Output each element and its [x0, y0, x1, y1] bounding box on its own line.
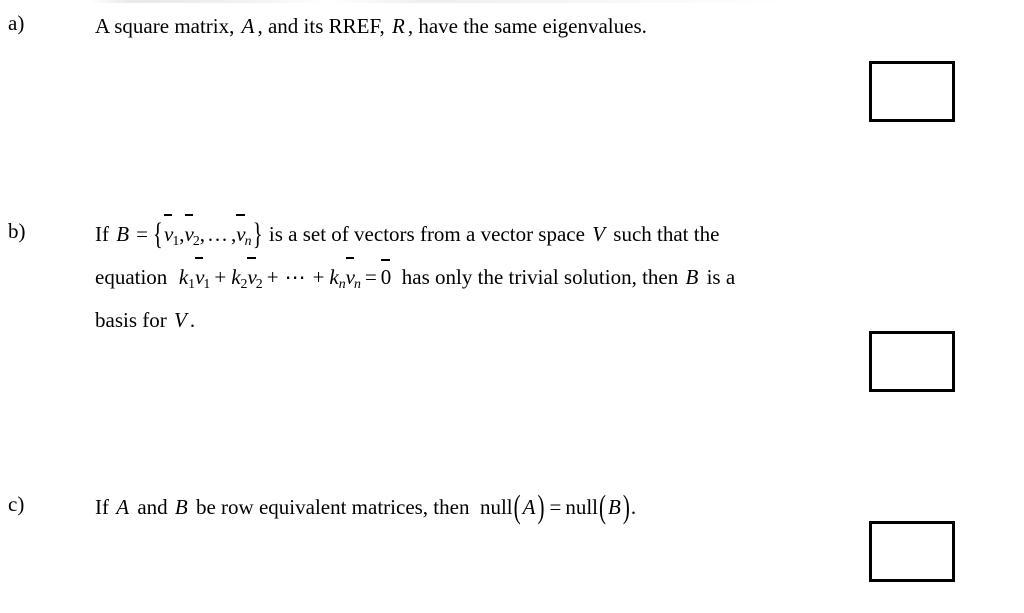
answer-box-b[interactable] — [869, 331, 955, 392]
math-function-null: null — [479, 495, 513, 519]
math-coefficient-k2: k — [231, 265, 241, 290]
question-b-line-1: If B = {v1,v2,…,vn} is a set of vectors fr… — [95, 214, 855, 259]
question-b-line-2: equation k1v1 + k2v2 + ⋯ + knvn = 0 has only the… — [95, 257, 855, 302]
math-zero-vector: 0 — [380, 259, 392, 296]
text-segment: equation — [95, 265, 168, 290]
vector-symbol: v — [164, 222, 174, 246]
question-a-line-1: A square matrix, A, and its RREF, R, hav… — [95, 8, 855, 45]
question-b-label: b) — [8, 219, 26, 243]
math-brace-close: } — [252, 216, 263, 252]
subscript-1: 1 — [188, 276, 196, 292]
math-variable-B: B — [607, 495, 621, 519]
question-c-body: If A and B be row equivalent matrices, t… — [95, 488, 855, 526]
math-period: . — [630, 495, 637, 519]
math-vector-v1: v — [164, 214, 174, 253]
text-segment: If — [95, 222, 109, 246]
math-paren-close: ) — [537, 488, 545, 526]
document-page: a) A square matrix, A, and its RREF, R, … — [0, 0, 1024, 613]
text-segment: . — [189, 308, 196, 333]
question-a-body: A square matrix, A, and its RREF, R, hav… — [95, 8, 855, 45]
math-variable-A: A — [522, 495, 536, 519]
text-segment: A square matrix, — [95, 14, 235, 38]
math-operator-equals: = — [364, 265, 377, 290]
math-variable-V: V — [592, 222, 606, 246]
vector-symbol: v — [184, 222, 194, 246]
math-variable-A: A — [241, 14, 255, 38]
text-segment: If — [95, 495, 109, 519]
text-segment: be row equivalent matrices, then — [195, 495, 470, 519]
math-paren-open: ( — [598, 488, 606, 526]
math-vector-v2: v — [247, 257, 257, 296]
math-brace-open: { — [152, 216, 164, 252]
scan-artifact-top-line — [90, 0, 790, 3]
text-segment: and — [137, 495, 168, 519]
vector-symbol: v — [247, 265, 257, 290]
subscript-2: 2 — [240, 276, 248, 292]
question-a-label: a) — [8, 11, 25, 35]
math-operator-equals: = — [136, 222, 148, 246]
vector-symbol: v — [195, 265, 205, 290]
question-b-line-3: basis for V. — [95, 302, 855, 339]
subscript-n: n — [354, 276, 361, 292]
vector-symbol: v — [236, 222, 246, 246]
math-operator-equals: = — [549, 495, 562, 519]
question-b-body: If B = {v1,v2,…,vn} is a set of vectors fr… — [95, 214, 855, 339]
text-segment: , and its RREF, — [257, 14, 385, 38]
question-c-label: c) — [8, 492, 25, 516]
math-variable-R: R — [391, 14, 405, 38]
question-c-line-1: If A and B be row equivalent matrices, t… — [95, 488, 855, 526]
zero-symbol: 0 — [380, 265, 392, 290]
subscript-n: n — [338, 276, 346, 292]
text-segment: has only the trivial solution, then — [401, 265, 679, 290]
math-vector-vn: v — [236, 214, 246, 253]
text-segment: , have the same eigenvalues. — [407, 14, 647, 38]
math-operator-plus: + — [266, 265, 279, 290]
text-segment: is a — [706, 265, 736, 290]
math-paren-open: ( — [513, 488, 521, 526]
math-variable-B: B — [174, 495, 188, 519]
math-variable-B: B — [116, 222, 130, 246]
math-ellipsis: … — [207, 222, 230, 246]
text-segment: basis for — [95, 308, 167, 333]
math-paren-close: ) — [622, 488, 630, 526]
math-variable-A: A — [116, 495, 130, 519]
answer-box-c[interactable] — [869, 521, 955, 582]
text-segment: is a set of vectors from a vector space — [268, 222, 585, 246]
text-segment: such that the — [613, 222, 720, 246]
math-function-null: null — [565, 495, 598, 519]
vector-symbol: v — [345, 265, 355, 290]
math-ellipsis-centered: ⋯ — [284, 265, 307, 290]
answer-box-a[interactable] — [869, 61, 955, 122]
math-vector-v1: v — [195, 257, 205, 296]
math-variable-B: B — [685, 265, 699, 290]
math-vector-v2: v — [184, 214, 194, 253]
math-vector-vn: v — [345, 257, 355, 296]
math-operator-plus: + — [312, 265, 325, 290]
math-variable-V: V — [174, 308, 187, 333]
math-operator-plus: + — [214, 265, 227, 290]
